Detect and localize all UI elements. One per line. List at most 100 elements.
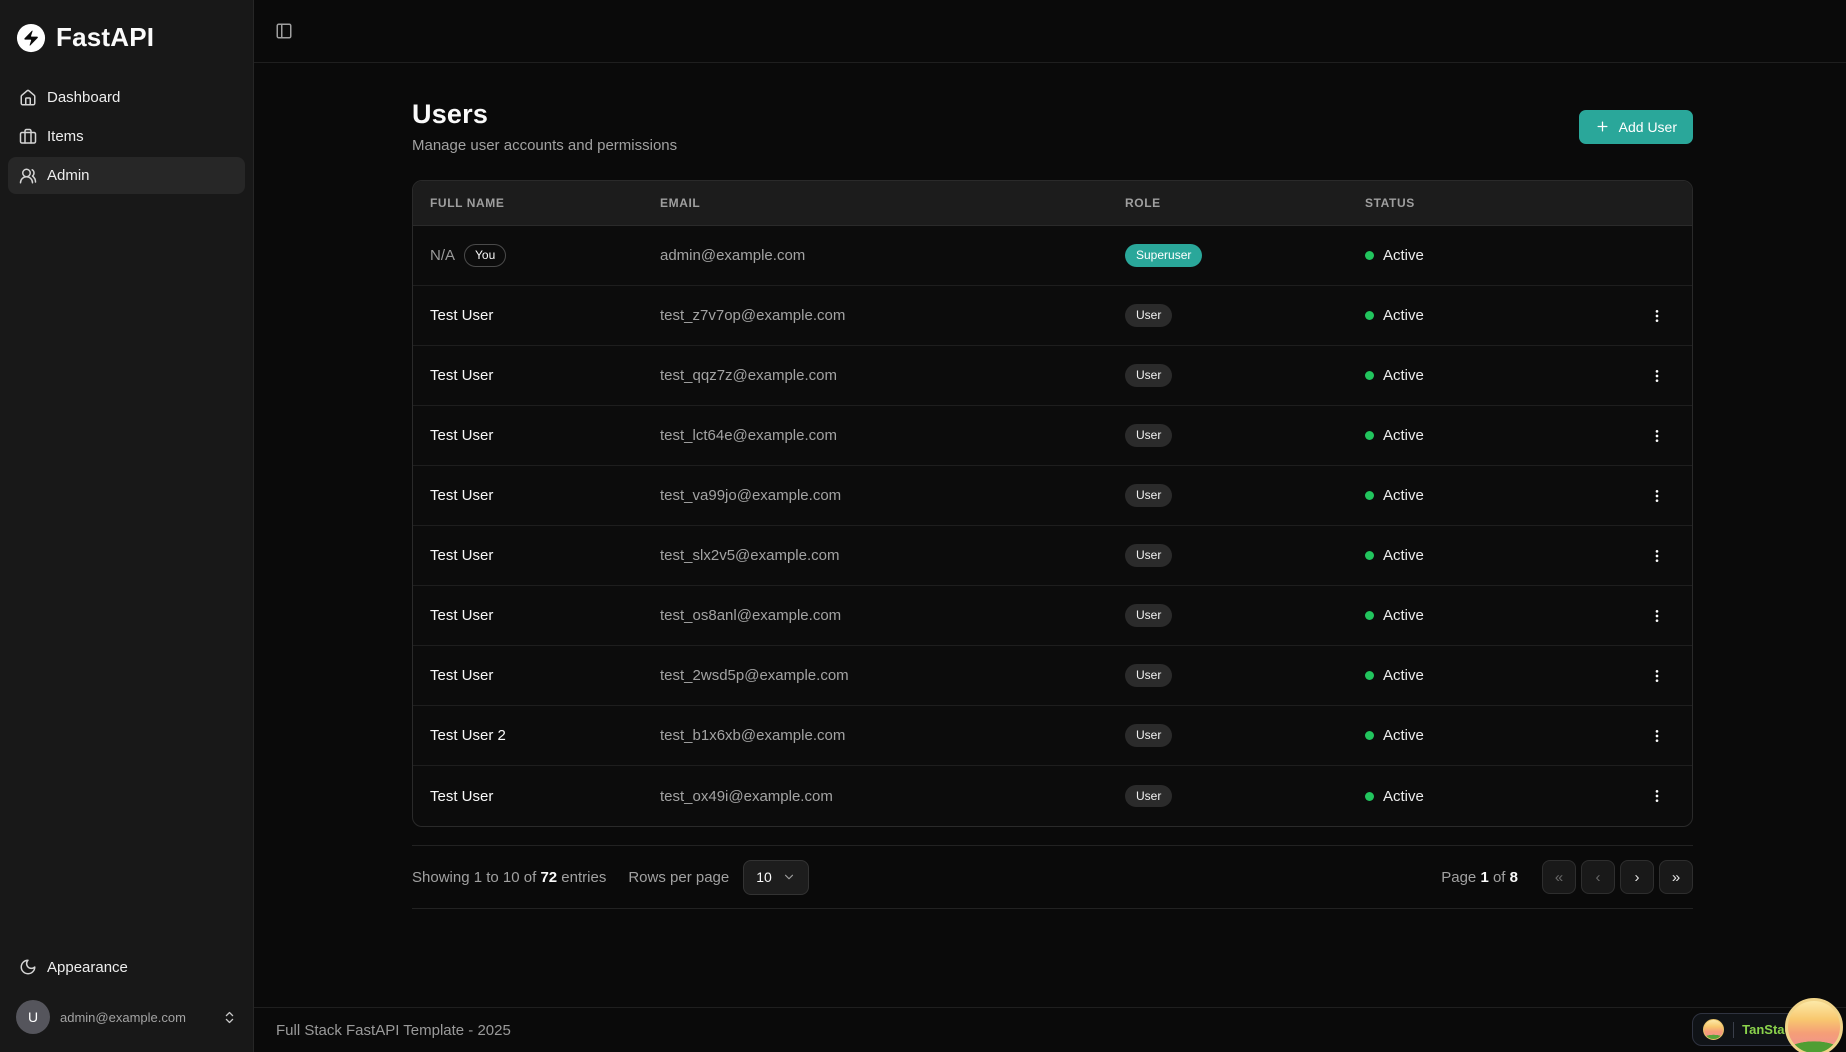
brand-name: FastAPI <box>56 22 155 52</box>
cell-email: test_va99jo@example.com <box>660 487 842 504</box>
you-badge: You <box>464 244 507 267</box>
column-header-email: Email <box>660 196 701 210</box>
status-dot-icon <box>1365 491 1374 500</box>
row-menu-button[interactable] <box>1643 604 1671 628</box>
page-content: Users Manage user accounts and permissio… <box>254 63 1846 1007</box>
kebab-menu-icon <box>1649 548 1665 564</box>
sidebar: FastAPI Dashboard Items Admin Appearance… <box>0 0 254 1052</box>
cell-full-name: Test User <box>413 667 660 684</box>
cell-status: Active <box>1365 247 1620 264</box>
app-window: FastAPI Dashboard Items Admin Appearance… <box>0 0 1846 1052</box>
full-name-text: Test User <box>430 547 494 564</box>
sidebar-item-label: Items <box>47 128 84 145</box>
sidebar-item-admin[interactable]: Admin <box>8 157 245 194</box>
table-row: Test User test_2wsd5p@example.com User A… <box>413 646 1692 706</box>
page-info: Page 1 of 8 <box>1441 868 1518 886</box>
status-dot-icon <box>1365 251 1374 260</box>
tanstack-logo-icon[interactable] <box>1785 998 1843 1052</box>
chevrons-up-down-icon <box>222 1010 237 1025</box>
status-dot-icon <box>1365 431 1374 440</box>
status-text: Active <box>1383 787 1424 805</box>
role-badge: User <box>1125 304 1173 327</box>
row-menu-button[interactable] <box>1643 484 1671 508</box>
role-badge: User <box>1125 484 1173 507</box>
kebab-menu-icon <box>1649 608 1665 624</box>
rows-per-page-value: 10 <box>756 869 772 885</box>
cell-status: Active <box>1365 788 1620 805</box>
cell-actions <box>1620 544 1692 568</box>
cell-full-name: Test User 2 <box>413 727 660 744</box>
table-row: Test User test_va99jo@example.com User A… <box>413 466 1692 526</box>
cell-status: Active <box>1365 727 1620 744</box>
sidebar-toggle-button[interactable] <box>271 18 297 44</box>
cell-email: test_b1x6xb@example.com <box>660 727 846 744</box>
cell-role: User <box>1125 364 1365 387</box>
cell-full-name: Test User <box>413 367 660 384</box>
pager-buttons: « ‹ › » <box>1542 860 1693 894</box>
cell-status: Active <box>1365 367 1620 384</box>
table-row: Test User test_lct64e@example.com User A… <box>413 406 1692 466</box>
row-menu-button[interactable] <box>1643 424 1671 448</box>
status-dot-icon <box>1365 671 1374 680</box>
role-badge: User <box>1125 784 1173 808</box>
cell-role: User <box>1125 784 1365 808</box>
cell-role: User <box>1125 724 1365 747</box>
kebab-menu-icon <box>1649 368 1665 384</box>
cell-role: User <box>1125 544 1365 567</box>
cell-status: Active <box>1365 667 1620 684</box>
rows-per-page-select[interactable]: 10 <box>743 859 809 895</box>
table-row: N/A You admin@example.com Superuser Acti… <box>413 226 1692 286</box>
sidebar-item-dashboard[interactable]: Dashboard <box>8 79 245 116</box>
status-text: Active <box>1383 547 1424 564</box>
full-name-text: Test User <box>430 787 494 805</box>
cell-actions <box>1620 784 1692 808</box>
cell-actions <box>1620 364 1692 388</box>
next-page-button[interactable]: › <box>1620 860 1654 894</box>
cell-role: User <box>1125 664 1365 687</box>
row-menu-button[interactable] <box>1643 664 1671 688</box>
cell-email: test_os8anl@example.com <box>660 607 842 624</box>
brand: FastAPI <box>0 0 253 71</box>
cell-actions <box>1620 304 1692 328</box>
row-menu-button[interactable] <box>1643 304 1671 328</box>
row-menu-button[interactable] <box>1643 544 1671 568</box>
user-menu-button[interactable]: U admin@example.com <box>8 994 245 1040</box>
cell-full-name: Test User <box>413 788 660 805</box>
status-dot-icon <box>1365 371 1374 380</box>
sidebar-item-label: Dashboard <box>47 89 121 106</box>
cell-email: test_slx2v5@example.com <box>660 547 840 564</box>
cell-actions <box>1620 664 1692 688</box>
status-dot-icon <box>1365 311 1374 320</box>
column-header-status: Status <box>1365 196 1415 210</box>
role-badge: User <box>1125 664 1173 687</box>
add-user-button[interactable]: Add User <box>1578 109 1693 144</box>
appearance-button[interactable]: Appearance <box>8 948 245 986</box>
last-page-button[interactable]: » <box>1659 860 1693 894</box>
table-header-row: Full Name Email Role Status <box>413 181 1692 226</box>
cell-email: test_lct64e@example.com <box>660 427 837 444</box>
home-icon <box>19 89 37 107</box>
full-name-text: N/A <box>430 246 456 264</box>
previous-page-button[interactable]: ‹ <box>1581 860 1615 894</box>
row-menu-button[interactable] <box>1643 364 1671 388</box>
role-badge: User <box>1125 544 1173 567</box>
cell-role: User <box>1125 484 1365 507</box>
kebab-menu-icon <box>1649 728 1665 744</box>
status-dot-icon <box>1365 551 1374 560</box>
role-badge: Superuser <box>1125 244 1203 267</box>
kebab-menu-icon <box>1649 668 1665 684</box>
cell-email: test_qqz7z@example.com <box>660 367 837 384</box>
row-menu-button[interactable] <box>1643 784 1671 808</box>
rows-per-page: Rows per page 10 <box>628 859 809 895</box>
main-area: Users Manage user accounts and permissio… <box>254 0 1846 1052</box>
pagination-right: Page 1 of 8 « ‹ › » <box>1441 860 1693 894</box>
status-text: Active <box>1383 427 1424 444</box>
sidebar-item-items[interactable]: Items <box>8 118 245 155</box>
first-page-button[interactable]: « <box>1542 860 1576 894</box>
cell-role: User <box>1125 424 1365 447</box>
kebab-menu-icon <box>1649 428 1665 444</box>
row-menu-button[interactable] <box>1643 724 1671 748</box>
full-name-text: Test User <box>430 667 494 684</box>
cell-role: User <box>1125 304 1365 327</box>
